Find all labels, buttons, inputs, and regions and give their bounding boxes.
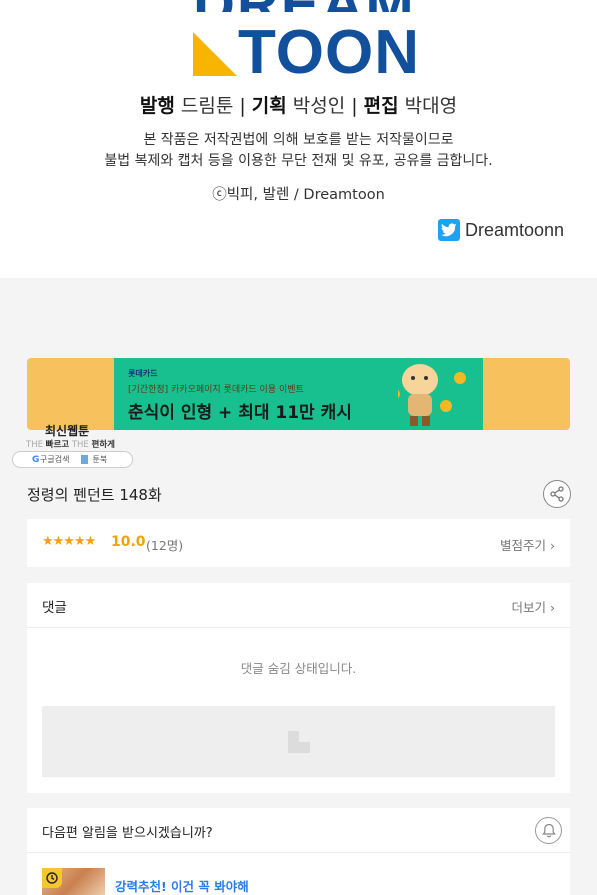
comments-ad-placeholder[interactable] [42, 706, 555, 777]
separator: | [239, 95, 246, 117]
comments-label: 댓글 [42, 600, 67, 616]
planner-label: 기획 [251, 95, 287, 117]
twitter-handle: Dreamtoonn [465, 219, 565, 240]
book-icon [81, 455, 89, 464]
copyright-notice: 본 작품은 저작권법에 의해 보호를 받는 저작물이므로 불법 복제와 캡처 등… [0, 130, 597, 172]
twitter-bird-icon [438, 219, 460, 241]
comments-hidden-message: 댓글 숨김 상태입니다. [240, 661, 357, 676]
notification-header: 다음편 알림을 받으시겠습니까? [27, 808, 570, 853]
badge-tagline: THE 빠르고 THE 편하게 [26, 438, 115, 450]
rating-box: ★★★★★ 10.0 (12명) 별점주기 › [27, 519, 570, 567]
ad-banner[interactable]: 롯데카드 [기간한정] 카카오페이지 롯데카드 이용 이벤트 춘식이 인형 + … [27, 358, 570, 430]
notice-line-1: 본 작품은 저작권법에 의해 보호를 받는 저작물이므로 [143, 132, 454, 148]
clock-icon [42, 868, 62, 888]
rating-count: (12명) [146, 538, 184, 553]
notification-bell-button[interactable] [535, 817, 562, 844]
staff-credits: 발행 드림툰 | 기획 박성인 | 편집 박대영 [0, 91, 597, 118]
google-icon: G [32, 455, 40, 465]
ad-brand: 롯데카드 [128, 369, 158, 378]
badge-the: THE [71, 440, 89, 450]
logo-triangle-icon [193, 32, 237, 76]
give-rating-link[interactable]: 별점주기 › [500, 535, 555, 554]
episode-title: 정령의 펜던트 148화 [27, 486, 162, 504]
dreamtoon-logo-bottom: TOON [238, 18, 420, 87]
share-button[interactable] [543, 480, 571, 508]
twitter-link[interactable]: Dreamtoonn [438, 219, 564, 241]
copyright-line: ⓒ빅피, 발렌 / Dreamtoon [212, 187, 385, 203]
planner-name: 박성인 [292, 95, 346, 117]
badge-comfy: 편하게 [91, 440, 115, 450]
share-icon [550, 486, 564, 502]
image-placeholder-icon [288, 731, 310, 753]
ad-subtitle: [기간한정] 카카오페이지 롯데카드 이용 이벤트 [128, 385, 304, 395]
badge-the: THE [26, 440, 43, 450]
comments-header: 댓글 더보기 › [27, 583, 570, 628]
latest-webtoon-badge[interactable]: 최신웹툰 THE 빠르고 THE 편하게 G 구글검색 툰북 [12, 422, 137, 470]
recommend-link[interactable]: 강력추천! 이건 꼭 봐야해 [115, 876, 249, 895]
star-rating-icon: ★★★★★ [42, 534, 96, 549]
notice-line-2: 불법 복제와 캡처 등을 이용한 무단 전재 및 유포, 공유를 금합니다. [104, 153, 493, 169]
rating-score: 10.0 [111, 534, 146, 550]
ad-headline: 춘식이 인형 + 최대 11만 캐시 [128, 403, 352, 423]
character-illustration-icon [398, 364, 466, 426]
editor-name: 박대영 [404, 95, 458, 117]
next-episode-notification: 다음편 알림을 받으시겠습니까? 강력추천! 이건 꼭 봐야해 [27, 808, 570, 895]
badge-toonbook: 툰북 [92, 455, 108, 464]
comments-section: 댓글 더보기 › 댓글 숨김 상태입니다. [27, 583, 570, 793]
recommend-thumbnail[interactable] [42, 868, 105, 895]
dreamtoon-logo-top: DREAM [193, 0, 413, 12]
bell-icon [541, 823, 556, 838]
ad-banner-content: 롯데카드 [기간한정] 카카오페이지 롯데카드 이용 이벤트 춘식이 인형 + … [114, 358, 483, 430]
badge-search-pill[interactable]: G 구글검색 툰북 [12, 451, 133, 468]
comments-more-link[interactable]: 더보기 › [512, 597, 555, 616]
credits-section: DREAM TOON 발행 드림툰|기획 박성인|편집 박대영 본 작품은 저작… [0, 0, 597, 278]
badge-search-label: 구글검색 [40, 455, 70, 464]
publisher-label: 발행 [139, 95, 175, 117]
notification-question: 다음편 알림을 받으시겠습니까? [42, 826, 213, 841]
badge-title: 최신웹툰 [45, 424, 90, 438]
badge-fast: 빠르고 [45, 440, 70, 450]
separator: | [351, 95, 358, 117]
publisher-name: 드림툰 [180, 95, 234, 117]
editor-label: 편집 [363, 95, 399, 117]
